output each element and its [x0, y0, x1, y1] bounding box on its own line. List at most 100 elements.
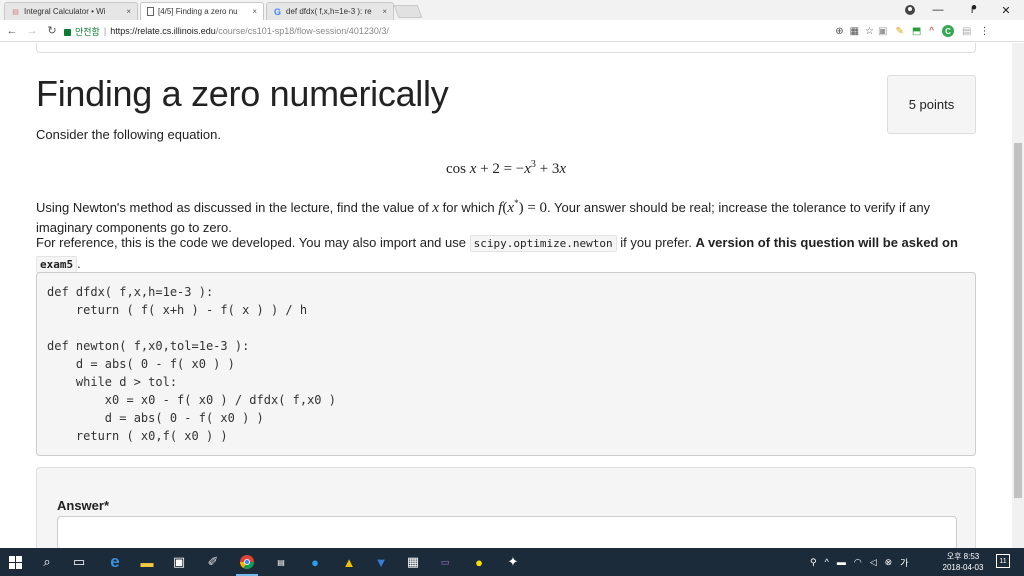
- code-line: while d > tol:: [47, 375, 178, 389]
- code-line: x0 = x0 - f( x0 ) / dfdx( f,x0 ): [47, 393, 336, 407]
- ime-status-icon[interactable]: ⊗: [885, 557, 893, 568]
- previous-section-box: [36, 43, 976, 53]
- maximize-button[interactable]: ᖰ: [956, 0, 992, 20]
- new-tab-button[interactable]: [393, 5, 423, 18]
- notification-center-icon[interactable]: 11: [996, 554, 1010, 568]
- close-icon[interactable]: ×: [252, 7, 257, 16]
- system-tray: ⚲ ^ ▬ ◠ ◁ ⊗ 가: [810, 548, 908, 576]
- code-line: d = abs( 0 - f( x0 ) ): [47, 411, 264, 425]
- answer-panel: Answer*: [36, 467, 976, 548]
- tab-title: Integral Calculator • Wi: [24, 7, 106, 16]
- points-badge: 5 points: [887, 75, 976, 134]
- text-segment: .: [77, 256, 81, 271]
- people-icon[interactable]: ⚲: [810, 557, 817, 568]
- extensions-area: ▣ ✎ ⬒ ^ C ▤ ⋮: [878, 23, 989, 39]
- minimize-button[interactable]: —: [920, 0, 956, 20]
- task-view-icon[interactable]: ▭: [64, 548, 94, 576]
- scrollbar-thumb[interactable]: [1014, 143, 1022, 498]
- terminal-app-icon[interactable]: ▭: [430, 548, 460, 576]
- translate-icon[interactable]: ▦: [850, 26, 859, 37]
- page-viewport: Finding a zero numerically 5 points Cons…: [0, 43, 1012, 548]
- code-line: def newton( f,x0,tol=1e-3 ):: [47, 339, 250, 353]
- pin-app-icon[interactable]: ▲: [334, 548, 364, 576]
- file-explorer-icon[interactable]: ▬: [132, 548, 162, 576]
- close-icon[interactable]: ×: [126, 7, 131, 16]
- store-icon[interactable]: ▣: [164, 548, 194, 576]
- wifi-icon[interactable]: ◠: [854, 557, 862, 568]
- browser-tab-strip: ▤ Integral Calculator • Wi × [4/5] Findi…: [0, 0, 1024, 20]
- answer-label: Answer*: [57, 498, 110, 513]
- windows-taskbar: ⌕ ▭ e ▬ ▣ ✐ ▤ ● ▲ ▼ ▦ ▭ ● ✦ ⚲ ^ ▬ ◠ ◁ ⊗ …: [0, 548, 1024, 576]
- battery-icon[interactable]: ▬: [837, 557, 846, 567]
- chevron-up-icon[interactable]: ^: [929, 26, 934, 37]
- text-segment: Using Newton's method as discussed in th…: [36, 200, 433, 215]
- bold-text: A version of this question will be asked…: [695, 235, 958, 250]
- url-origin: https://relate.cs.illinois.edu: [110, 26, 216, 36]
- extension-badge-icon[interactable]: ▤: [962, 26, 971, 37]
- tab-title: [4/5] Finding a zero nu: [158, 7, 238, 16]
- grammarly-extension-icon[interactable]: C: [942, 25, 954, 37]
- shortcut-extension-icon[interactable]: ⬒: [912, 26, 921, 37]
- browser-toolbar: ← → ↻ 안전함 | https://relate.cs.illinois.e…: [0, 20, 1024, 42]
- close-window-button[interactable]: ✕: [988, 0, 1024, 20]
- pencil-extension-icon[interactable]: ✎: [895, 26, 903, 37]
- math-expression: f(x*) = 0: [498, 198, 548, 216]
- tab-google-search[interactable]: G def dfdx( f,x,h=1e-3 ): re ×: [266, 2, 394, 20]
- text-segment: for which: [438, 200, 499, 215]
- question-intro: Consider the following equation.: [36, 127, 222, 142]
- bookmark-star-icon[interactable]: ☆: [865, 26, 874, 37]
- google-icon: G: [273, 6, 281, 17]
- secure-indicator[interactable]: 안전함: [64, 25, 100, 38]
- windows-logo-icon: [8, 555, 22, 569]
- code-line: return ( f( x+h ) - f( x ) ) / h: [47, 303, 308, 317]
- inline-code: scipy.optimize.newton: [469, 235, 617, 252]
- omnibox-actions: ⊕ ▦ ☆: [835, 23, 874, 39]
- code-line: d = abs( 0 - f( x0 ) ): [47, 357, 235, 371]
- tab-finding-zero[interactable]: [4/5] Finding a zero nu ×: [140, 2, 264, 20]
- page-icon: [147, 7, 154, 16]
- chevron-up-icon[interactable]: ^: [825, 557, 829, 567]
- clock-date: 2018-04-03: [942, 563, 984, 572]
- address-bar[interactable]: 안전함 | https://relate.cs.illinois.edu/cou…: [64, 23, 874, 39]
- equation: cos x + 2 = −x3 + 3x: [445, 159, 567, 177]
- url-path: /course/cs101-sp18/flow-session/401230/3…: [215, 26, 389, 36]
- close-icon[interactable]: ×: [382, 7, 387, 16]
- question-paragraph-1: Using Newton's method as discussed in th…: [36, 198, 931, 235]
- back-arrow-icon[interactable]: ←: [4, 23, 20, 39]
- reload-icon[interactable]: ↻: [44, 23, 60, 39]
- dictionary-app-icon[interactable]: ▤: [266, 548, 296, 576]
- lock-icon: [64, 28, 71, 36]
- clock-time: 오후 8:53: [946, 552, 980, 561]
- question-paragraph-2: For reference, this is the code we devel…: [36, 233, 966, 275]
- calculator-icon: ▤: [12, 8, 19, 16]
- answer-input[interactable]: [57, 516, 957, 548]
- volume-icon[interactable]: ◁: [870, 557, 877, 568]
- app-globe-icon[interactable]: ●: [300, 548, 330, 576]
- chrome-icon[interactable]: [232, 548, 262, 576]
- extension-icon[interactable]: ▣: [878, 26, 887, 37]
- separator: |: [103, 26, 107, 36]
- download-app-icon[interactable]: ▼: [366, 548, 396, 576]
- edge-browser-icon[interactable]: e: [100, 548, 130, 576]
- paint-icon[interactable]: ✐: [198, 548, 228, 576]
- text-segment: For reference, this is the code we devel…: [36, 235, 470, 250]
- inline-code: exam5: [36, 256, 78, 273]
- search-icon[interactable]: ⌕: [32, 548, 62, 576]
- start-button[interactable]: [0, 548, 30, 576]
- code-block: def dfdx( f,x,h=1e-3 ): return ( f( x+h …: [36, 272, 976, 456]
- taskbar-clock[interactable]: 오후 8:53 2018-04-03: [940, 551, 986, 573]
- text-segment: if you prefer.: [616, 235, 696, 250]
- code-line: def dfdx( f,x,h=1e-3 ):: [47, 285, 214, 299]
- menu-kebab-icon[interactable]: ⋮: [979, 26, 989, 37]
- kakaotalk-icon[interactable]: ●: [464, 548, 494, 576]
- zoom-icon[interactable]: ⊕: [835, 26, 843, 37]
- page-title: Finding a zero numerically: [36, 73, 449, 114]
- tab-integral-calculator[interactable]: ▤ Integral Calculator • Wi ×: [4, 2, 138, 20]
- language-indicator[interactable]: 가: [900, 556, 908, 569]
- tab-title: def dfdx( f,x,h=1e-3 ): re: [286, 7, 372, 16]
- satellite-app-icon[interactable]: ✦: [498, 548, 528, 576]
- page-scrollbar[interactable]: [1012, 43, 1024, 548]
- forward-arrow-icon[interactable]: →: [24, 23, 40, 39]
- calculator-app-icon[interactable]: ▦: [398, 548, 428, 576]
